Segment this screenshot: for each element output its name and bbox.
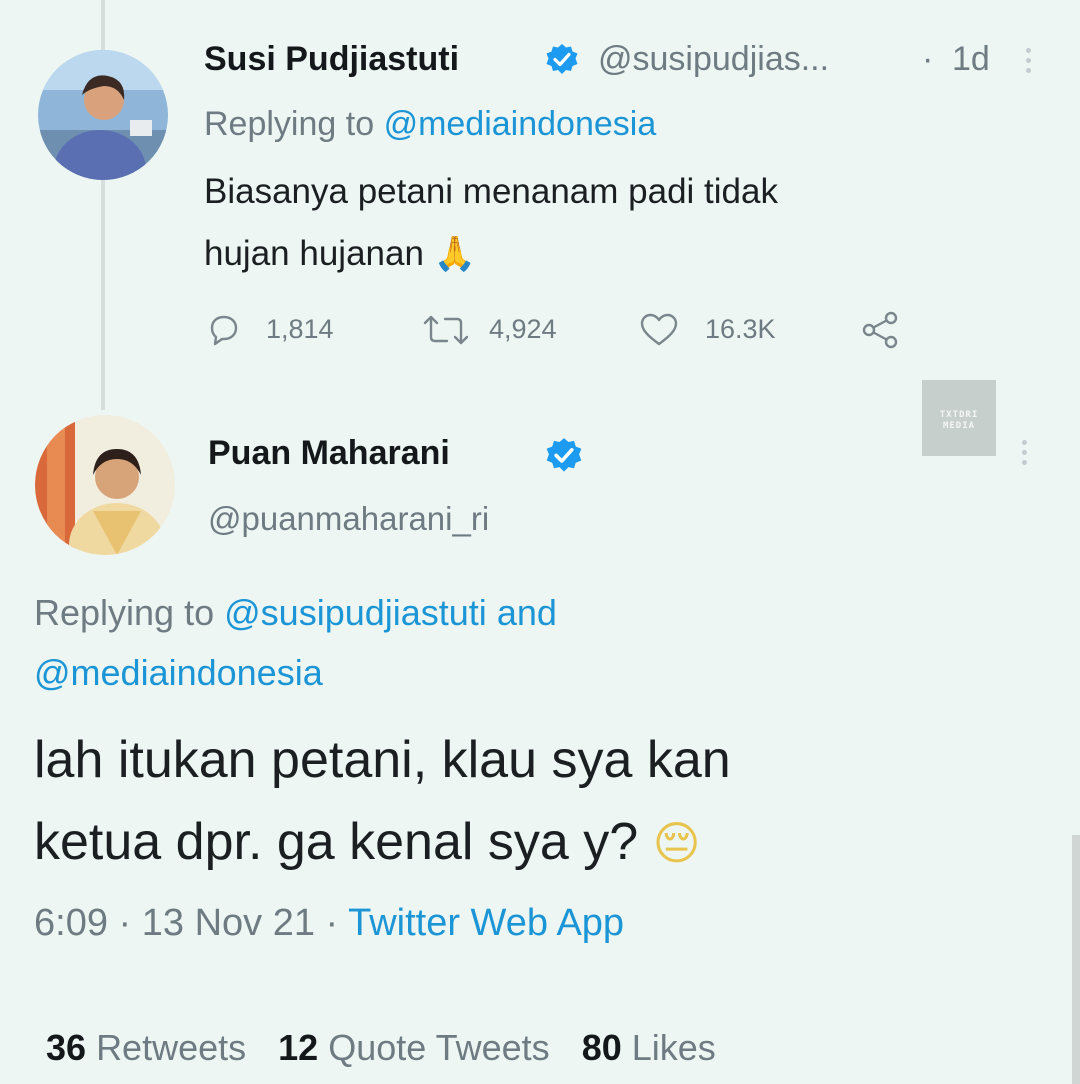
tweet1-author-name[interactable]: Susi Pudjiastuti <box>204 40 459 79</box>
watermark-logo: TXTDRI MEDIA <box>922 380 996 456</box>
like-count: 16.3K <box>705 314 776 344</box>
verified-badge-icon <box>545 437 583 480</box>
retweet-icon[interactable] <box>421 313 471 352</box>
reply-mention-link[interactable]: @mediaindonesia <box>34 652 323 694</box>
verified-badge-icon <box>545 43 579 82</box>
tweet1-time[interactable]: 1d <box>952 40 990 79</box>
reply-count: 1,814 <box>266 314 334 344</box>
tweet1-text-line1: Biasanya petani menanam padi tidak <box>204 172 778 211</box>
tweet1-replying-to: Replying to @mediaindonesia <box>204 105 657 143</box>
tweet2-author-name[interactable]: Puan Maharani <box>208 434 450 473</box>
puan-avatar[interactable] <box>35 415 175 555</box>
retweet-count: 4,924 <box>489 314 557 344</box>
tweet2-text-line1: lah itukan petani, klau sya kan <box>34 731 731 789</box>
susi-avatar[interactable] <box>38 50 168 180</box>
tweet2-more-icon[interactable] <box>1022 440 1028 470</box>
scrollbar[interactable] <box>1072 835 1080 1084</box>
tweet2-engagement-bar: 36 Retweets 12 Quote Tweets 80 Likes <box>46 1027 716 1069</box>
reply-mention-link[interactable]: @mediaindonesia <box>384 105 657 143</box>
tweet1-handle[interactable]: @susipudjias... <box>598 40 829 79</box>
heart-icon[interactable] <box>638 312 680 353</box>
tweet2-replying-to: Replying to @susipudjiastuti and <box>34 592 557 633</box>
tweet1-text-line2: hujan hujanan 🙏 <box>204 234 477 274</box>
tweet-date[interactable]: 13 Nov 21 <box>142 902 315 944</box>
tweet1-more-icon[interactable] <box>1026 48 1032 78</box>
share-icon[interactable] <box>860 310 902 355</box>
retweets-stat[interactable]: 36 Retweets <box>46 1027 256 1068</box>
reply-icon[interactable] <box>206 312 242 353</box>
reply-mention-link[interactable]: @susipudjiastuti <box>224 592 487 633</box>
tweet1-time-separator: · <box>922 40 934 78</box>
tweet-time[interactable]: 6:09 <box>34 902 108 944</box>
likes-stat[interactable]: 80 Likes <box>582 1027 716 1068</box>
tweet-source-link[interactable]: Twitter Web App <box>348 902 624 944</box>
praying-hands-emoji: 🙏 <box>433 234 477 274</box>
quote-tweets-stat[interactable]: 12 Quote Tweets <box>278 1027 560 1068</box>
tweet2-handle[interactable]: @puanmaharani_ri <box>208 500 489 538</box>
pensive-face-emoji: 😔 <box>652 816 701 870</box>
tweet2-timestamp: 6:09 · 13 Nov 21 · Twitter Web App <box>34 902 625 944</box>
tweet2-text-line2: ketua dpr. ga kenal sya y? 😔 <box>34 813 701 871</box>
